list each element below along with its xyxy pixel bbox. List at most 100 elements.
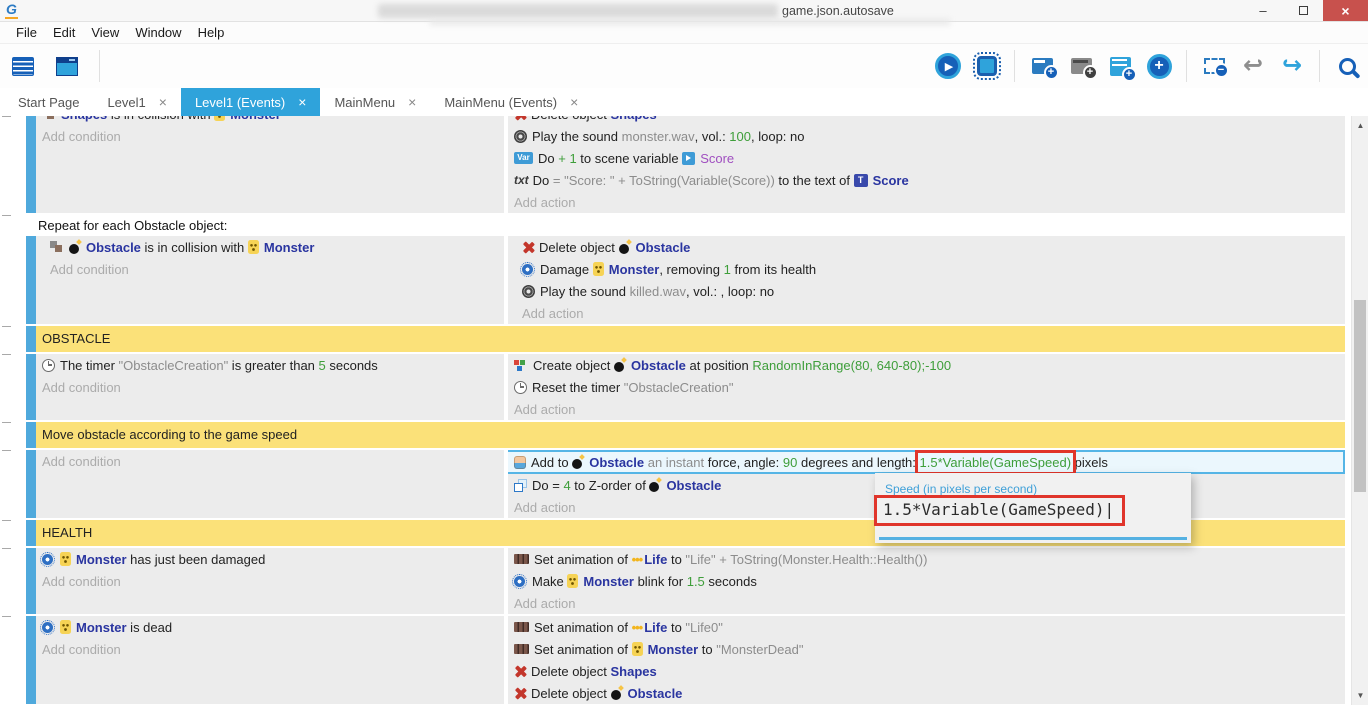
restore-icon	[1299, 6, 1308, 15]
add-action-button[interactable]: Add action	[508, 592, 1345, 614]
text-segment: Add condition	[42, 454, 121, 469]
text-segment: Obstacle	[666, 478, 721, 493]
collision-icon	[42, 116, 56, 120]
close-icon[interactable]: ×	[159, 94, 167, 110]
project-manager-button[interactable]	[8, 51, 38, 81]
comment-block[interactable]: Move obstacle according to the game spee…	[36, 422, 1345, 448]
menu-help[interactable]: Help	[190, 25, 233, 40]
text-segment: 5	[319, 358, 326, 373]
tab-mainmenu[interactable]: MainMenu×	[320, 88, 430, 116]
action-row[interactable]: Damage Monster, removing 1 from its heal…	[508, 258, 1345, 280]
action-row[interactable]: VarDo + 1 to scene variable Score	[508, 147, 1345, 169]
deselect-button[interactable]: −	[1199, 51, 1229, 81]
action-row[interactable]: Set animation of •••Life to "Life" + ToS…	[508, 548, 1345, 570]
play-button[interactable]: ▶	[933, 51, 963, 81]
text-segment: Make	[532, 574, 567, 589]
scenevar-icon	[682, 152, 695, 165]
restore-button[interactable]	[1283, 0, 1323, 21]
scroll-down-icon[interactable]: ▼	[1352, 691, 1368, 700]
add-action-button[interactable]: Add action	[508, 398, 1345, 420]
add-action-button[interactable]: Add action	[508, 302, 1345, 324]
monster-icon	[214, 116, 225, 121]
close-button[interactable]: ×	[1323, 0, 1368, 21]
actions-column: Create object Obstacle at position Rando…	[508, 354, 1345, 420]
add-action-button[interactable]: Add action	[508, 191, 1345, 213]
menu-edit[interactable]: Edit	[45, 25, 83, 40]
search-button[interactable]	[1332, 51, 1362, 81]
actions-column: Set animation of •••Life to "Life0"Set a…	[508, 616, 1345, 704]
close-icon[interactable]: ×	[570, 94, 578, 110]
text-segment: Monster	[230, 116, 281, 122]
action-row[interactable]: Create object Obstacle at position Rando…	[508, 354, 1345, 376]
tab-start-page[interactable]: Start Page	[4, 88, 93, 116]
action-row[interactable]: Set animation of Monster to "MonsterDead…	[508, 638, 1345, 660]
add-condition-button[interactable]: Add condition	[36, 450, 504, 472]
minimize-button[interactable]: –	[1243, 0, 1283, 21]
close-icon[interactable]: ×	[298, 94, 306, 110]
tab-level1-events[interactable]: Level1 (Events)×	[181, 88, 321, 116]
condition-row[interactable]: Monster is dead	[36, 616, 504, 638]
expression-input[interactable]: 1.5*Variable(GameSpeed)|	[879, 500, 1120, 521]
tab-label: MainMenu (Events)	[444, 95, 557, 110]
text-segment: Add condition	[42, 129, 121, 144]
foreach-header[interactable]: Repeat for each Obstacle object:	[36, 215, 1345, 236]
text-segment: Play the sound	[540, 284, 630, 299]
add-new-button[interactable]: +	[1144, 51, 1174, 81]
text-segment: killed.wav	[630, 284, 686, 299]
add-sub-event-button[interactable]: +	[1066, 51, 1096, 81]
action-row[interactable]: Delete object Obstacle	[508, 682, 1345, 704]
tab-mainmenu-events[interactable]: MainMenu (Events) ×	[430, 88, 592, 116]
life-icon: •••	[632, 552, 643, 567]
event-block: The timer "ObstacleCreation" is greater …	[36, 354, 1345, 420]
add-condition-button[interactable]: Add condition	[36, 258, 504, 280]
action-row[interactable]: Delete object Obstacle	[508, 236, 1345, 258]
condition-row[interactable]: The timer "ObstacleCreation" is greater …	[36, 354, 504, 376]
anim-icon	[514, 554, 529, 564]
add-condition-button[interactable]: Add condition	[36, 638, 504, 660]
comment-block[interactable]: OBSTACLE	[36, 326, 1345, 352]
condition-row[interactable]: Shapes is in collision with Monster	[36, 116, 504, 125]
add-condition-button[interactable]: Add condition	[36, 125, 504, 147]
add-condition-button[interactable]: Add condition	[36, 570, 504, 592]
menu-file[interactable]: File	[8, 25, 45, 40]
add-condition-button[interactable]: Add condition	[36, 376, 504, 398]
sound-icon	[514, 130, 527, 143]
undo-button[interactable]: ↩	[1238, 51, 1268, 81]
scroll-up-icon[interactable]: ▲	[1352, 121, 1368, 130]
action-row[interactable]: Delete object Shapes	[508, 116, 1345, 125]
action-row[interactable]: txtDo = "Score: " + ToString(Variable(Sc…	[508, 169, 1345, 191]
minimize-icon: –	[1259, 3, 1266, 18]
text-segment: 90	[783, 455, 797, 470]
vertical-scrollbar[interactable]: ▲ ▼	[1351, 116, 1368, 705]
redo-button[interactable]: ↪	[1277, 51, 1307, 81]
add-comment-button[interactable]: +	[1105, 51, 1135, 81]
action-row[interactable]: Play the sound monster.wav, vol.: 100, l…	[508, 125, 1345, 147]
selected-action-row[interactable]: Add to Obstacle an instant force, angle:…	[508, 450, 1345, 474]
text-segment: seconds	[705, 574, 757, 589]
text-segment: "Life0"	[685, 620, 722, 635]
gutter-tick	[2, 616, 11, 617]
action-row[interactable]: Set animation of •••Life to "Life0"	[508, 616, 1345, 638]
text-segment: Add condition	[42, 642, 121, 657]
debug-button[interactable]	[972, 51, 1002, 81]
menu-window[interactable]: Window	[127, 25, 189, 40]
menu-view[interactable]: View	[83, 25, 127, 40]
text-segment: Obstacle	[86, 240, 141, 255]
tab-level1[interactable]: Level1×	[93, 88, 181, 116]
project-manager-icon	[12, 57, 34, 76]
scrollbar-thumb[interactable]	[1354, 300, 1366, 492]
text-segment: to	[667, 620, 685, 635]
text-segment: Monster	[76, 552, 127, 567]
start-page-editor-button[interactable]	[52, 51, 82, 81]
condition-row[interactable]: Monster has just been damaged	[36, 548, 504, 570]
action-row[interactable]: Delete object Shapes	[508, 660, 1345, 682]
close-icon[interactable]: ×	[408, 94, 416, 110]
action-row[interactable]: Play the sound killed.wav, vol.: , loop:…	[508, 280, 1345, 302]
action-row[interactable]: Reset the timer "ObstacleCreation"	[508, 376, 1345, 398]
zorder-icon	[514, 479, 527, 492]
condition-row[interactable]: Obstacle is in collision with Monster	[36, 236, 504, 258]
add-event-button[interactable]: +	[1027, 51, 1057, 81]
text-segment: 1.5	[687, 574, 705, 589]
action-row[interactable]: Make Monster blink for 1.5 seconds	[508, 570, 1345, 592]
text-segment: Monster	[583, 574, 634, 589]
